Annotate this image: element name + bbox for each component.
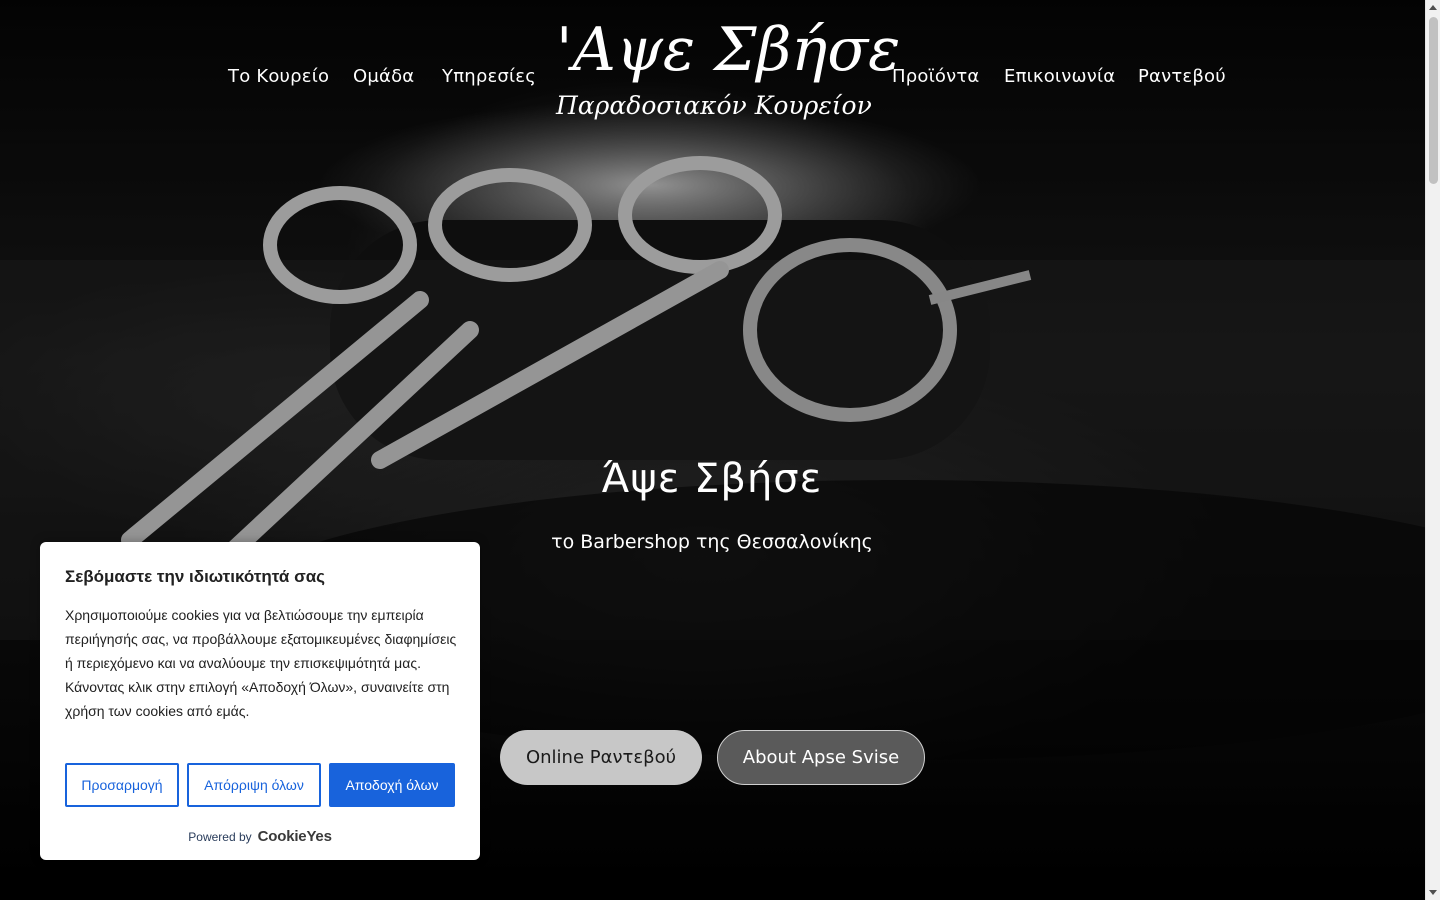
hero-title: Άψε Σβήσε: [601, 456, 823, 502]
cookie-description: Χρησιμοποιούμε cookies για να βελτιώσουμ…: [65, 607, 457, 719]
hero-subtitle: το Barbershop της Θεσσαλονίκης: [551, 531, 873, 553]
site-logo[interactable]: 'Αψε Σβήσε Παραδοσιακόν Κουρείον: [556, 14, 901, 134]
cookie-reject-all-button[interactable]: Απόρριψη όλων: [187, 763, 321, 807]
scroll-up-icon[interactable]: [1429, 5, 1437, 10]
cookie-title: Σεβόμαστε την ιδιωτικότητά σας: [65, 567, 325, 586]
logo-main-text: 'Αψε Σβήσε: [556, 15, 901, 85]
logo-sub-text: Παραδοσιακόν Κουρείον: [556, 91, 872, 120]
nav-item-services[interactable]: Υπηρεσίες: [442, 66, 536, 87]
scroll-thumb[interactable]: [1429, 17, 1438, 184]
cookie-consent-banner: Σεβόμαστε την ιδιωτικότητά σας Χρησιμοπο…: [40, 542, 480, 860]
nav-item-barbershop[interactable]: Το Κουρείο: [228, 66, 329, 87]
about-button[interactable]: About Apse Svise: [717, 730, 925, 785]
cookie-customize-button[interactable]: Προσαρμογή: [65, 763, 179, 807]
page-scrollbar[interactable]: [1425, 0, 1440, 900]
scroll-down-icon[interactable]: [1429, 890, 1437, 895]
cookie-accept-all-button[interactable]: Αποδοχή όλων: [329, 763, 455, 807]
site-header: Το Κουρείο Ομάδα Υπηρεσίες 'Αψε Σβήσε Πα…: [0, 0, 1425, 150]
nav-item-contact[interactable]: Επικοινωνία: [1004, 66, 1115, 87]
cookie-powered-by: Powered by CookieYes: [40, 828, 480, 845]
nav-item-products[interactable]: Προϊόντα: [892, 66, 979, 87]
powered-by-text: Powered by: [188, 829, 252, 844]
online-appointment-button[interactable]: Online Ραντεβού: [500, 730, 702, 785]
nav-item-team[interactable]: Ομάδα: [353, 66, 414, 87]
cookieyes-logo[interactable]: CookieYes: [258, 828, 332, 845]
nav-item-appointment[interactable]: Ραντεβού: [1138, 66, 1226, 87]
